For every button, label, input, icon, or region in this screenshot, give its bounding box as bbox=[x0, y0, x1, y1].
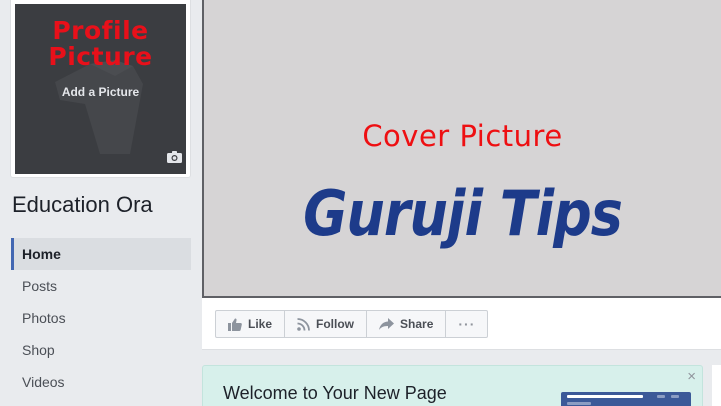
share-arrow-icon bbox=[379, 318, 395, 330]
cover-label: Cover Picture bbox=[362, 119, 563, 153]
nav-item-photos[interactable]: Photos bbox=[11, 302, 191, 334]
right-column-edge bbox=[712, 365, 721, 406]
add-picture-label[interactable]: Add a Picture bbox=[15, 85, 186, 99]
profile-picture[interactable]: Profile Picture Add a Picture bbox=[15, 4, 186, 174]
action-button-group: Like Follow Share ··· bbox=[215, 310, 489, 338]
share-label: Share bbox=[400, 317, 434, 331]
nav-item-videos[interactable]: Videos bbox=[11, 366, 191, 398]
page-title: Education Ora bbox=[12, 192, 153, 217]
profile-overlay-text: Profile Picture bbox=[48, 16, 153, 71]
like-button[interactable]: Like bbox=[216, 311, 286, 337]
nav-item-shop[interactable]: Shop bbox=[11, 334, 191, 366]
camera-icon[interactable] bbox=[167, 151, 182, 163]
thumbs-up-icon bbox=[228, 317, 242, 331]
share-button[interactable]: Share bbox=[367, 311, 447, 337]
profile-picture-frame: Profile Picture Add a Picture bbox=[10, 0, 191, 178]
rss-icon bbox=[297, 317, 310, 331]
cover-brand-text: Guruji Tips bbox=[303, 177, 623, 250]
cover-photo[interactable]: Cover Picture Guruji Tips bbox=[202, 0, 721, 298]
like-label: Like bbox=[248, 317, 273, 331]
close-icon[interactable]: × bbox=[687, 368, 696, 385]
welcome-card: Welcome to Your New Page × bbox=[202, 365, 703, 406]
nav-item-posts[interactable]: Posts bbox=[11, 270, 191, 302]
nav-item-home[interactable]: Home bbox=[11, 238, 191, 270]
follow-button[interactable]: Follow bbox=[285, 311, 368, 337]
follow-label: Follow bbox=[316, 317, 355, 331]
page-action-bar: Like Follow Share ··· bbox=[202, 298, 721, 350]
welcome-title: Welcome to Your New Page bbox=[223, 383, 447, 403]
more-options-button[interactable]: ··· bbox=[446, 311, 487, 337]
welcome-illustration bbox=[561, 392, 691, 406]
page-nav: Home Posts Photos Shop Videos bbox=[11, 238, 191, 398]
